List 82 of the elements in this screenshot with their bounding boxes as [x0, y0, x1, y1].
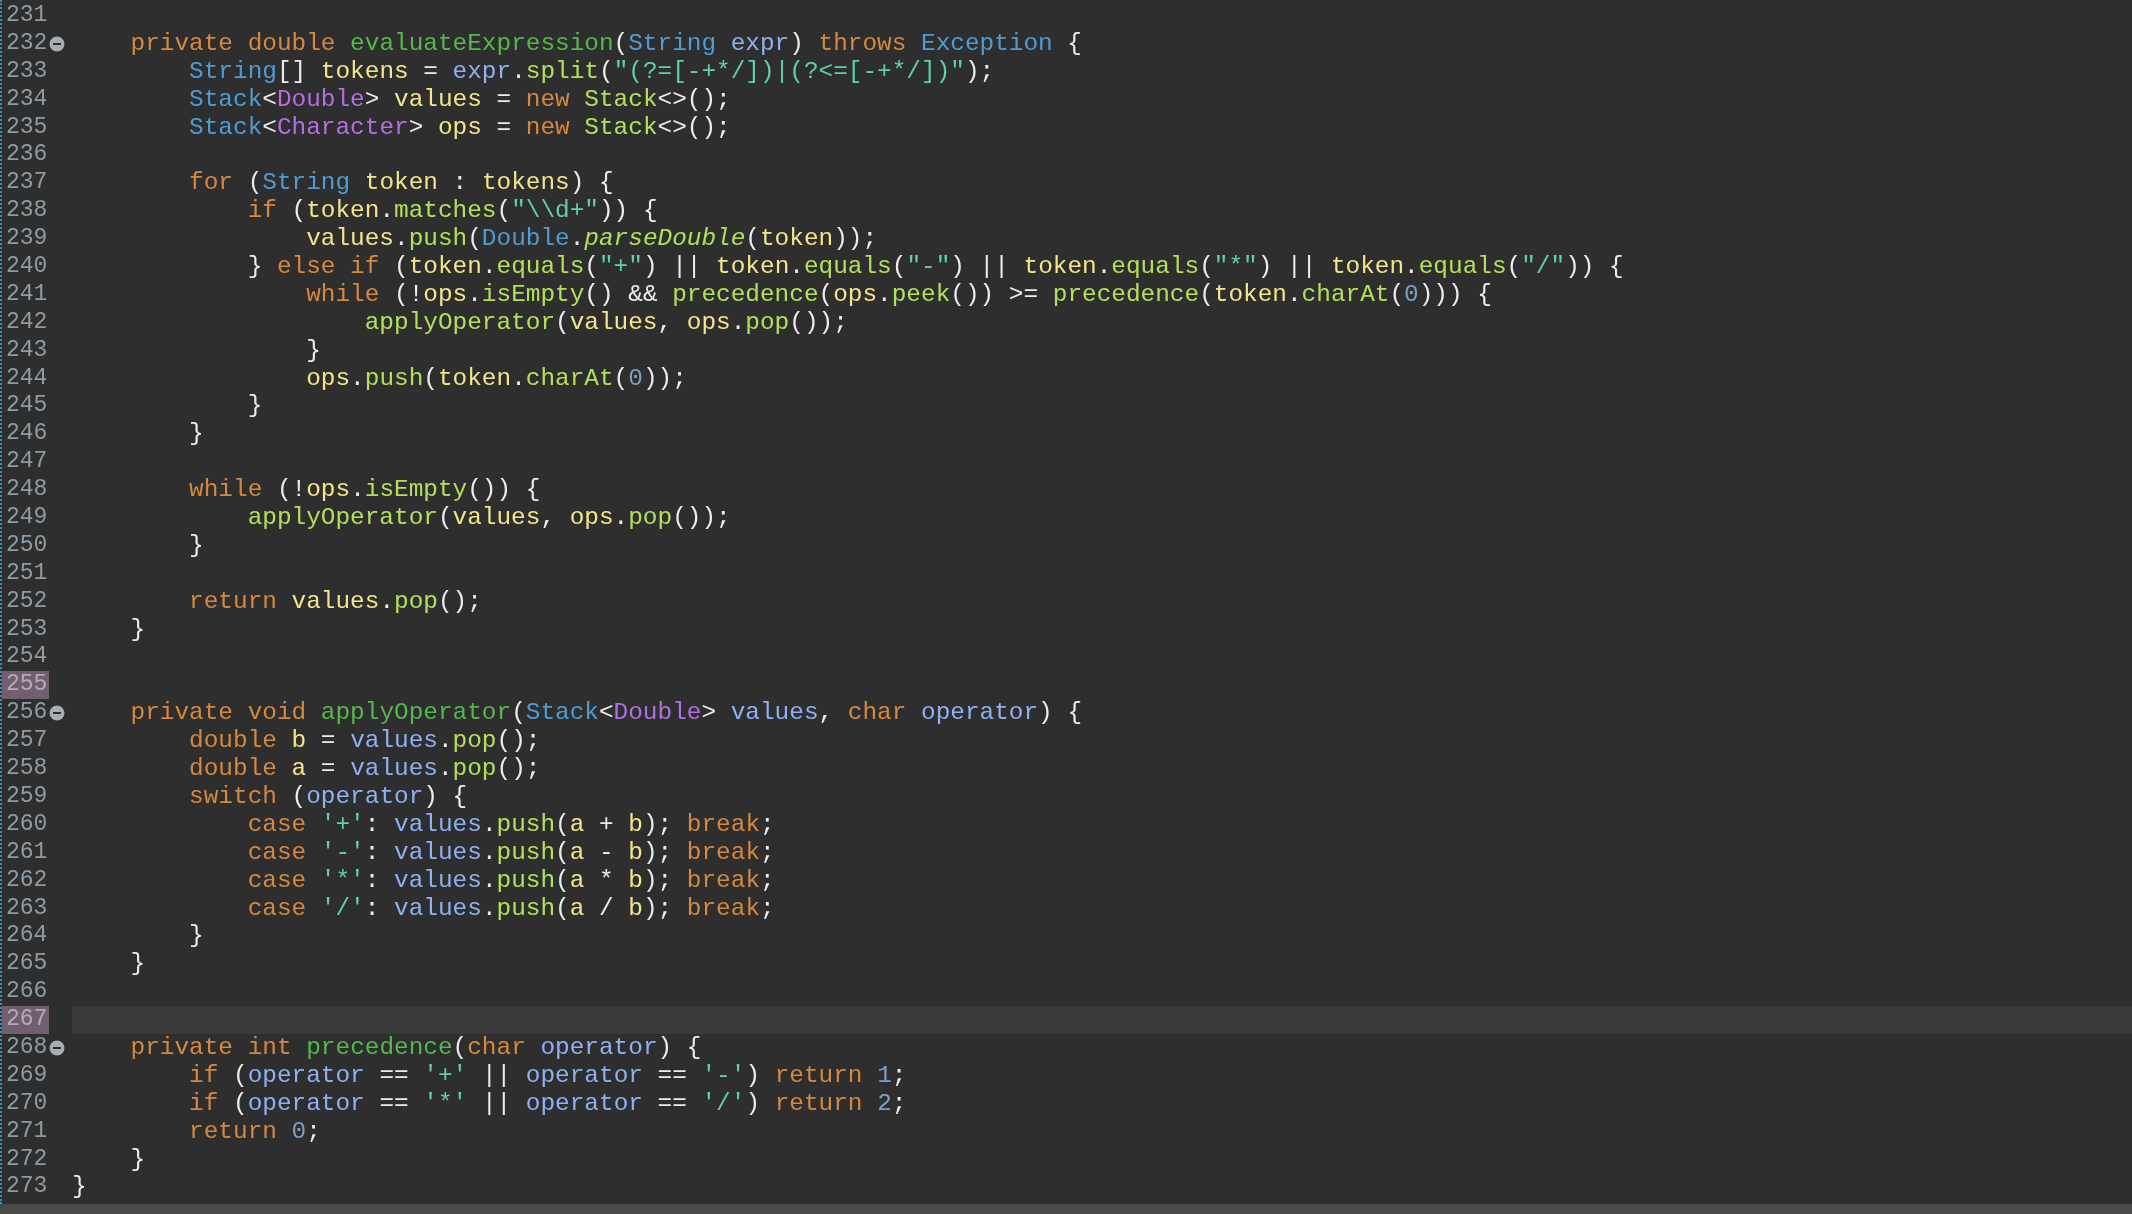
code-line: case '*': values.push(a * b); break;: [246, 866, 775, 895]
line-number: 259: [5, 782, 49, 811]
code-line: double b = values.pop();: [188, 727, 541, 756]
line-number: 252: [5, 587, 49, 616]
code-line: ops.push(token.charAt(0));: [305, 364, 687, 393]
collapse-icon[interactable]: [49, 705, 66, 722]
line-number: 260: [5, 810, 49, 839]
code-line: }: [188, 922, 204, 951]
code-line: }: [72, 1173, 87, 1202]
line-number: 231: [5, 2, 49, 30]
line-number: 255: [2, 671, 50, 700]
code-line: return values.pop();: [188, 587, 482, 616]
line-number: 236: [5, 141, 49, 170]
line-number: 262: [5, 866, 49, 895]
line-number: 257: [5, 727, 49, 756]
code-line: case '-': values.push(a - b); break;: [246, 838, 775, 867]
code-line: while (!ops.isEmpty()) {: [188, 476, 541, 505]
line-number: 239: [5, 225, 49, 254]
line-number: 234: [5, 85, 49, 114]
line-number: 263: [5, 894, 49, 923]
code-line: } else if (token.equals("+") || token.equals("-") || token.equals("*") || token.equals("/")) {: [246, 253, 1624, 281]
code-line: while (!ops.isEmpty() && precedence(ops.peek()) >= precedence(token.charAt(0))) {: [305, 280, 1492, 309]
code-line: }: [188, 420, 204, 449]
code-line: }: [129, 1145, 146, 1174]
code-line: }: [246, 392, 263, 421]
line-number: 248: [5, 476, 49, 505]
line-number: 264: [5, 922, 49, 951]
line-number: 238: [5, 197, 49, 226]
line-number: 267: [2, 1006, 50, 1034]
code-line: Stack<Double> values = new Stack<>();: [188, 85, 731, 114]
line-number: 245: [5, 392, 49, 421]
code-line: }: [129, 950, 146, 979]
line-number: 269: [5, 1061, 49, 1090]
line-number: 240: [5, 253, 49, 281]
line-number: 271: [5, 1117, 49, 1146]
line-number: 235: [5, 113, 49, 142]
line-number: 254: [5, 643, 49, 672]
code-line: return 0;: [188, 1117, 321, 1146]
horizontal-scrollbar[interactable]: [0, 1204, 2132, 1214]
line-number: 233: [5, 57, 49, 86]
code-line: private double evaluateExpression(String expr) throws Exception {: [129, 29, 1082, 58]
code-line: double a = values.pop();: [188, 755, 541, 783]
code-line: }: [188, 531, 204, 560]
line-number: 272: [5, 1145, 49, 1174]
line-number: 243: [5, 336, 49, 365]
line-number: 265: [5, 950, 49, 979]
line-number: 266: [5, 978, 49, 1007]
collapse-icon[interactable]: [49, 1039, 66, 1056]
line-number: 270: [5, 1089, 49, 1118]
line-number: 249: [5, 504, 49, 532]
line-number: 244: [5, 364, 49, 393]
line-number: 261: [5, 838, 49, 867]
code-line: Stack<Character> ops = new Stack<>();: [188, 113, 731, 142]
line-number: 273: [5, 1173, 49, 1202]
line-number: 258: [5, 755, 49, 783]
code-line: switch (operator) {: [188, 782, 468, 811]
line-number: 256: [5, 699, 49, 728]
line-number: 232: [5, 29, 49, 58]
code-line: }: [129, 615, 146, 644]
code-line: applyOperator(values, ops.pop());: [363, 308, 848, 337]
code-line: private void applyOperator(Stack<Double> values, char operator) {: [129, 699, 1083, 728]
line-number: 268: [5, 1033, 49, 1062]
collapse-icon[interactable]: [49, 35, 66, 52]
line-number: 250: [5, 531, 49, 560]
code-line: for (String token : tokens) {: [188, 169, 614, 198]
code-line: applyOperator(values, ops.pop());: [246, 504, 731, 532]
line-number: 251: [5, 559, 49, 588]
line-number: 253: [5, 615, 49, 644]
code-line: case '+': values.push(a + b); break;: [246, 810, 775, 839]
line-number: 247: [5, 448, 49, 477]
line-number: 242: [5, 308, 49, 337]
line-number: 237: [5, 169, 49, 198]
code-line: }: [305, 336, 321, 365]
code-line: String[] tokens = expr.split("(?=[-+*/])|(?<=[-+*/])");: [188, 57, 995, 86]
code-line: private int precedence(char operator) {: [129, 1033, 702, 1062]
code-line: if (operator == '*' || operator == '/') return 2;: [188, 1089, 907, 1118]
code-line: case '/': values.push(a / b); break;: [246, 894, 775, 923]
code-line: values.push(Double.parseDouble(token));: [305, 225, 878, 254]
code-line: if (operator == '+' || operator == '-') return 1;: [188, 1061, 907, 1090]
code-line: if (token.matches("\\d+")) {: [246, 197, 658, 226]
line-number: 246: [5, 420, 49, 449]
line-number: 241: [5, 280, 49, 309]
